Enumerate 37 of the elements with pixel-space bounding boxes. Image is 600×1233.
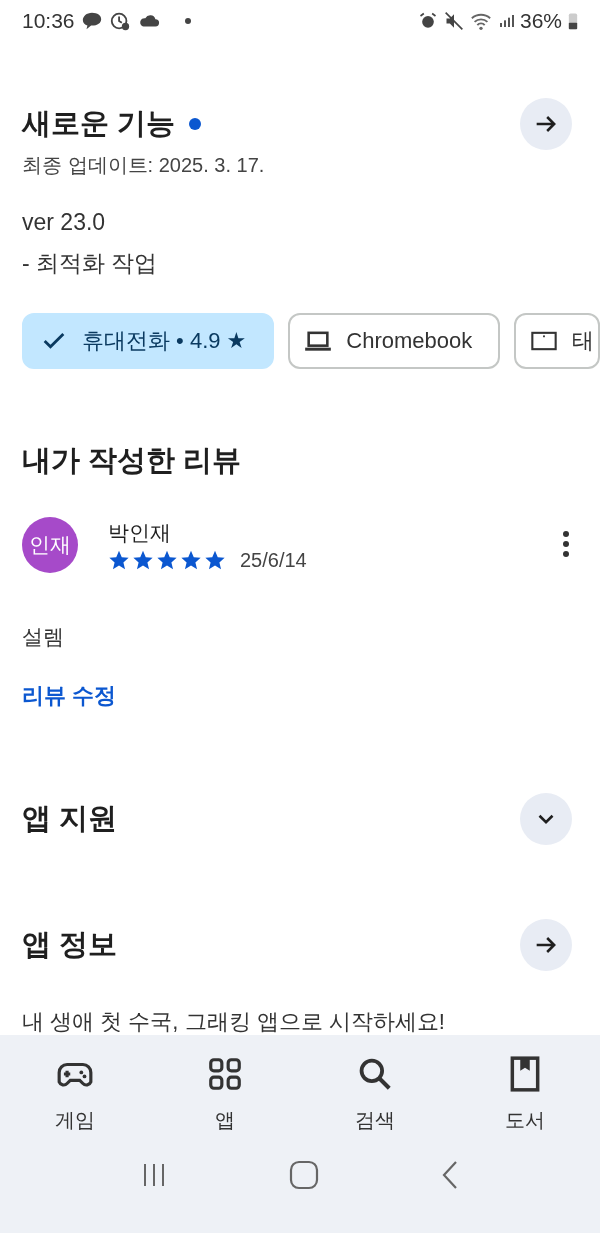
- apps-grid-icon: [206, 1055, 244, 1093]
- arrow-button[interactable]: [520, 98, 572, 150]
- nav-tab[interactable]: 게임: [20, 1055, 130, 1134]
- star-icon: [132, 549, 154, 571]
- section-title: 앱 지원: [22, 801, 118, 836]
- star-icon: [156, 549, 178, 571]
- section-title: 앱 정보: [22, 927, 118, 962]
- review-text: 설렘: [22, 624, 65, 650]
- home-icon: [289, 1160, 319, 1190]
- avatar: 인재: [22, 517, 78, 573]
- app-description: 내 생애 첫 수국, 그래킹 앱으로 시작하세요!: [22, 1008, 446, 1035]
- release-note: - 최적화 작업: [22, 249, 159, 278]
- nav-tab[interactable]: 도서: [470, 1055, 580, 1134]
- release-note: ver 23.0: [22, 209, 107, 236]
- star-icon: [180, 549, 202, 571]
- reviewer-name: 박인재: [108, 519, 172, 546]
- edit-review-link[interactable]: 리뷰 수정: [22, 681, 117, 711]
- alarm-icon: [417, 11, 438, 31]
- star-icon: [108, 549, 130, 571]
- review-date: 25/6/14: [240, 548, 307, 572]
- section-title: 새로운 기능: [22, 106, 176, 141]
- nav-tab[interactable]: 앱: [170, 1055, 280, 1134]
- more-vertical-icon: [562, 529, 570, 558]
- section-title: 내가 작성한 리뷰: [22, 443, 242, 478]
- signal-icon: [497, 12, 514, 30]
- nav-tab[interactable]: 검색: [320, 1055, 430, 1134]
- clock-time: 10:36: [22, 9, 75, 33]
- update-date: 최종 업데이트: 2025. 3. 17.: [22, 153, 266, 178]
- mute-icon: [443, 11, 464, 31]
- device-filter-chip[interactable]: 태: [514, 313, 600, 369]
- clock-icon: [108, 10, 131, 32]
- device-filter-chip[interactable]: 휴대전화 • 4.9 ★: [22, 313, 275, 369]
- star-icon: [204, 549, 226, 571]
- device-filter-chip[interactable]: Chromebook: [288, 313, 501, 369]
- arrow-button[interactable]: [520, 919, 572, 971]
- dot-icon: [182, 16, 193, 26]
- battery-percent: 36%: [519, 9, 562, 33]
